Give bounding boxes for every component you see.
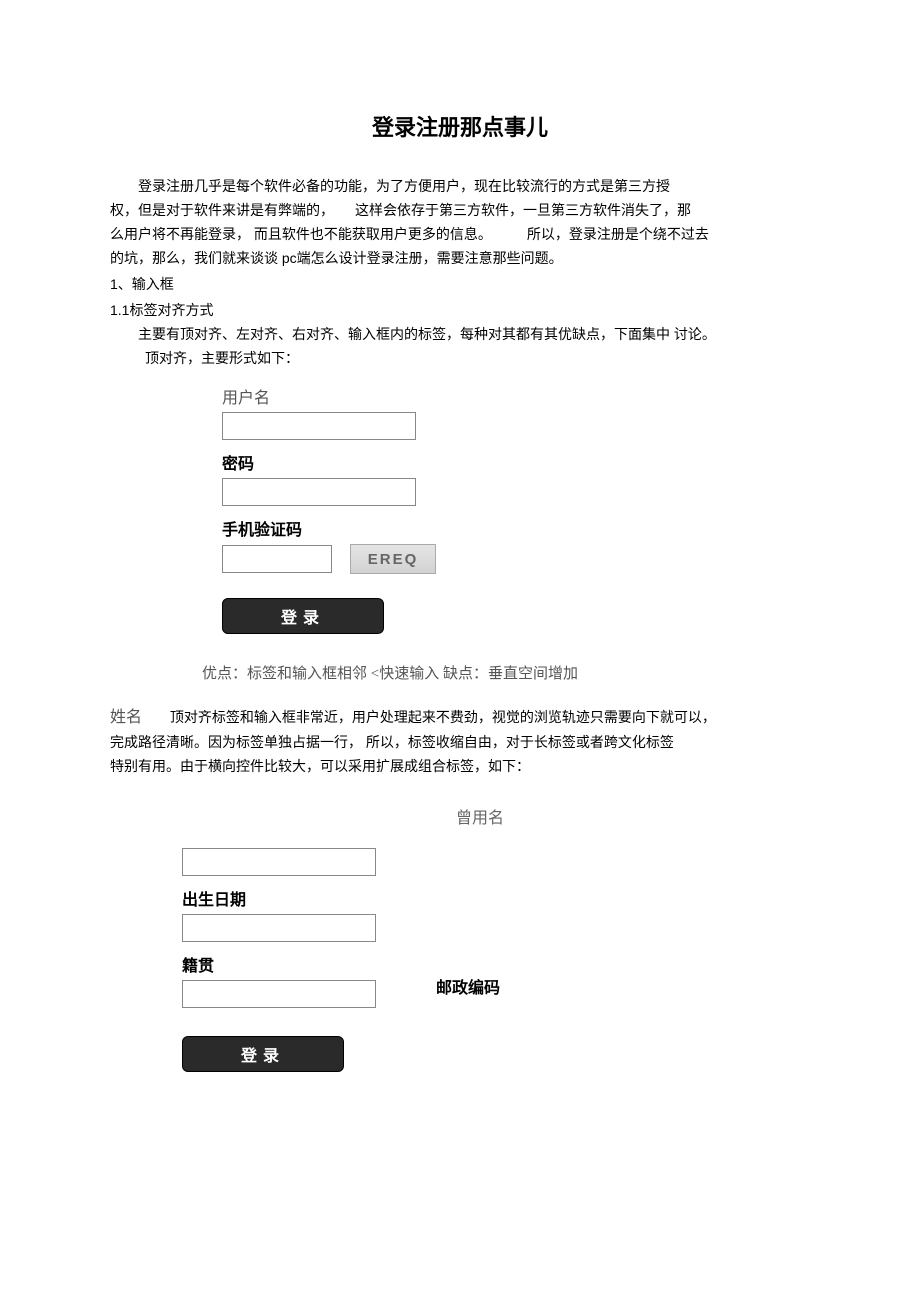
para2-line-2: 完成路径清晰。因为标签单独占据一行， 所以，标签收缩自由，对于长标签或者跨文化标… bbox=[110, 730, 810, 754]
para2-line-1: 顶对齐标签和输入框非常近，用户处理起来不费劲，视觉的浏览轨迹只需要向下就可以， bbox=[170, 709, 716, 725]
password-label: 密码 bbox=[222, 450, 492, 474]
para2-line-3: 特别有用。由于横向控件比较大，可以采用扩展成组合标签，如下： bbox=[110, 754, 810, 778]
birth-date-label: 出生日期 bbox=[182, 886, 782, 910]
intro-line-4: 的坑，那么，我们就来谈谈 pc端怎么设计登录注册，需要注意那些问题。 bbox=[110, 246, 810, 270]
intro-line-2: 权，但是对于软件来讲是有弊端的， 这样会依存于第三方软件，一旦第三方软件消失了，… bbox=[110, 198, 810, 222]
native-place-input[interactable] bbox=[182, 980, 376, 1008]
login-button-2[interactable]: 登录 bbox=[182, 1036, 344, 1072]
birth-date-input[interactable] bbox=[182, 914, 376, 942]
phone-code-label: 手机验证码 bbox=[222, 516, 492, 540]
username-label: 用户名 bbox=[222, 384, 492, 408]
postal-code-label: 邮政编码 bbox=[436, 974, 500, 998]
section-1-1-line-2: 顶对齐，主要形式如下： bbox=[110, 346, 810, 370]
intro-line-1: 登录注册几乎是每个软件必备的功能，为了方便用户，现在比较流行的方式是第三方授 bbox=[110, 174, 810, 198]
former-name-label: 曾用名 bbox=[456, 804, 504, 828]
login-button[interactable]: 登录 bbox=[222, 598, 384, 634]
name-label-inline: 姓名 bbox=[110, 706, 142, 730]
section-1-1-heading: 1.1标签对齐方式 bbox=[110, 298, 810, 322]
username-input[interactable] bbox=[222, 412, 416, 440]
top-aligned-form-example: 用户名 密码 手机验证码 EREQ 登录 bbox=[222, 384, 492, 634]
section-1-heading: 1、输入框 bbox=[110, 272, 810, 296]
phone-code-input[interactable] bbox=[222, 545, 332, 573]
intro-line-3: 么用户将不再能登录， 而且软件也不能获取用户更多的信息。 所以，登录注册是个绕不… bbox=[110, 222, 810, 246]
page-title: 登录注册那点事儿 bbox=[110, 110, 810, 142]
combined-label-form-example: 曾用名 出生日期 籍贯 邮政编码 登录 bbox=[182, 808, 782, 1072]
password-input[interactable] bbox=[222, 478, 416, 506]
section-1-1-line-1: 主要有顶对齐、左对齐、右对齐、输入框内的标签，每种对其都有其优缺点，下面集中 讨… bbox=[110, 322, 810, 346]
form1-caption: 优点：标签和输入框相邻 <快速输入 缺点：垂直空间增加 bbox=[202, 662, 810, 683]
captcha-image[interactable]: EREQ bbox=[350, 544, 436, 574]
name-input[interactable] bbox=[182, 848, 376, 876]
native-place-label: 籍贯 bbox=[182, 952, 782, 976]
